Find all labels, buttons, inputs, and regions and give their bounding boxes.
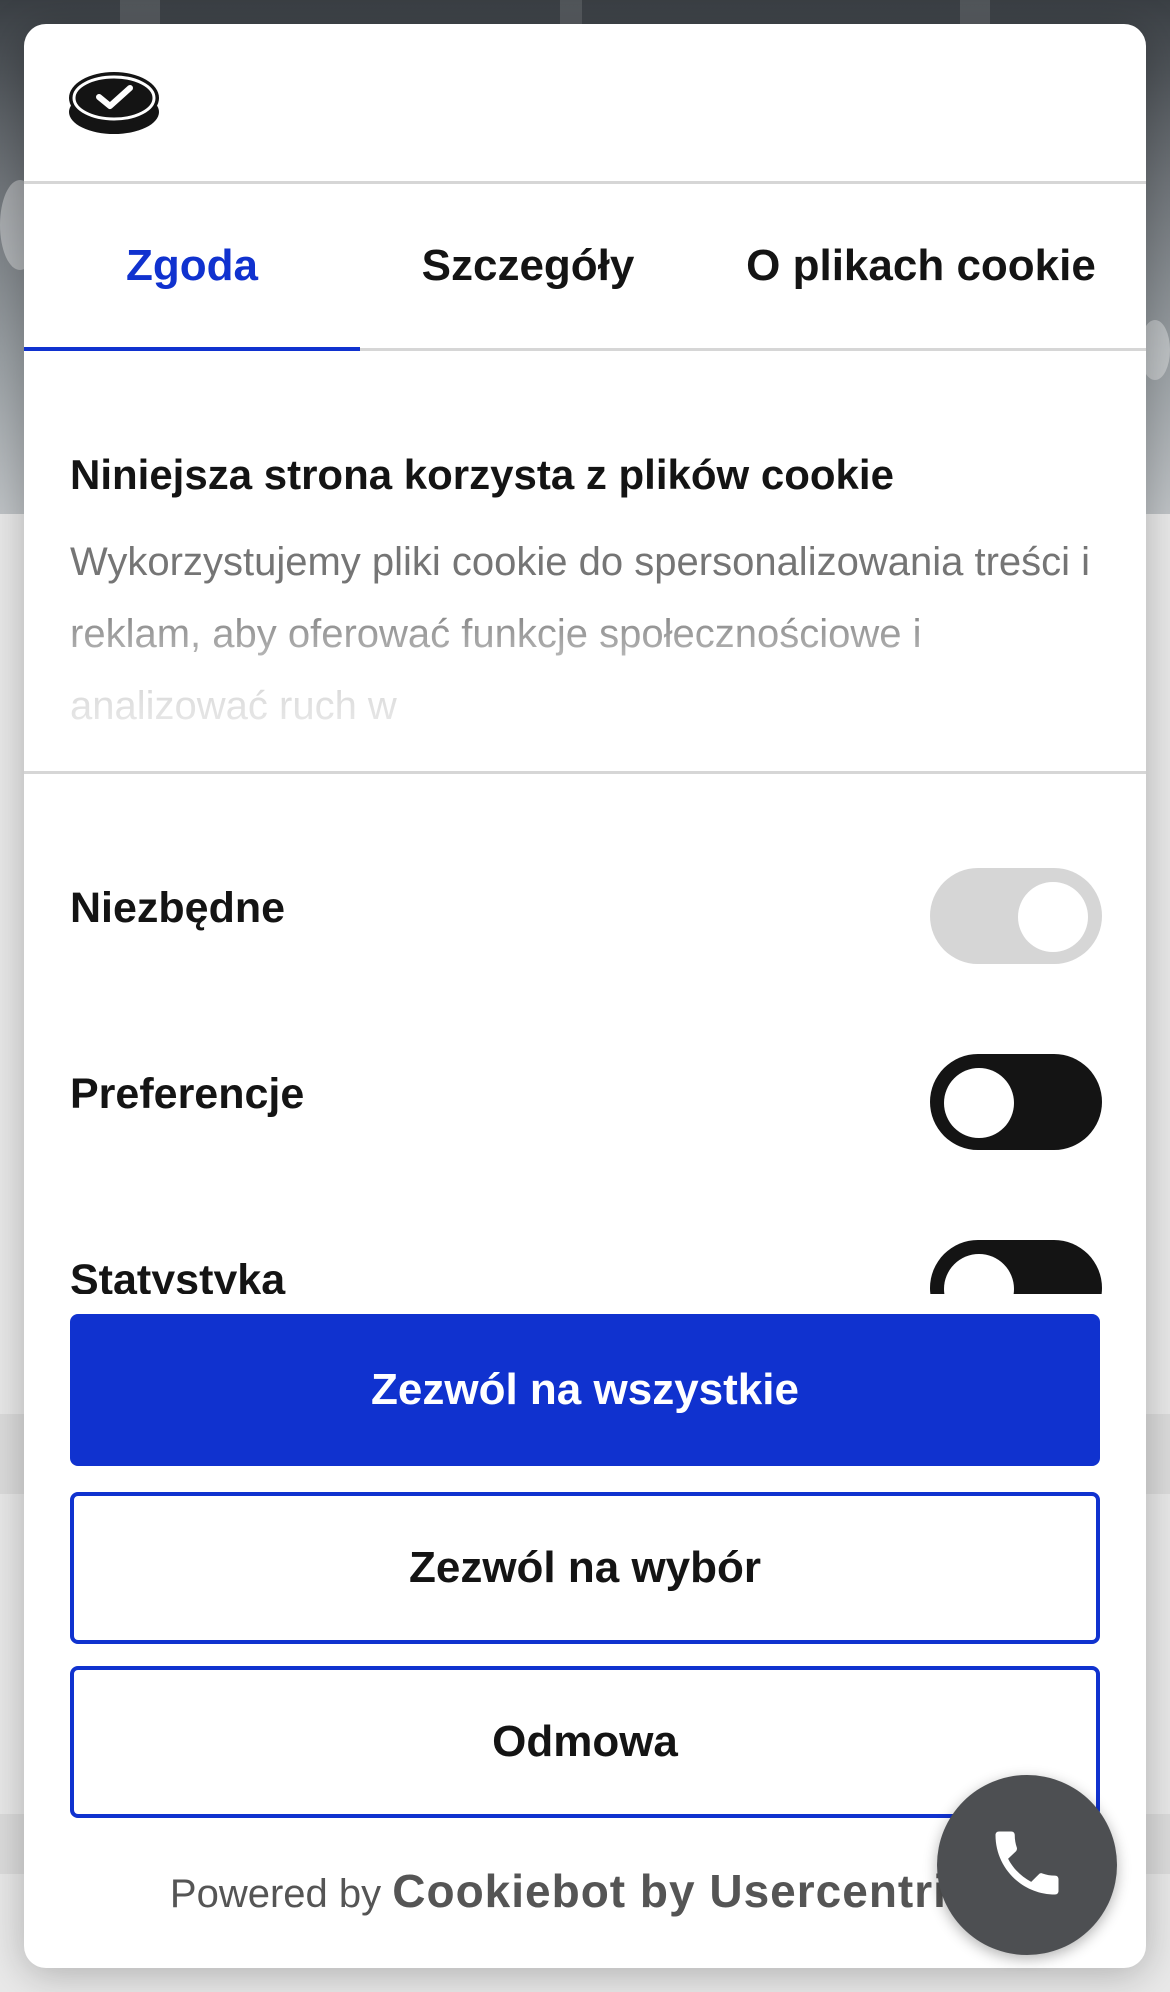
tab-bar: Zgoda Szczegóły O plikach cookie [24,184,1146,351]
toggle-label-necessary: Niezbędne [70,884,286,932]
allow-all-label: Zezwól na wszystkie [371,1365,799,1414]
dialog-header [24,24,1146,184]
allow-selection-button[interactable]: Zezwól na wybór [70,1492,1100,1644]
text-fade-overlay [24,596,1146,771]
powered-by-prefix: Powered by [169,1872,382,1916]
phone-icon [985,1821,1069,1910]
statistics-switch[interactable] [930,1240,1102,1294]
toggle-label-statistics: Statystyka [70,1256,286,1294]
switch-knob [944,1254,1014,1294]
toggle-label-preferences: Preferencje [70,1070,305,1118]
deny-button[interactable]: Odmowa [70,1666,1100,1818]
tab-about-cookies[interactable]: O plikach cookie [696,184,1146,348]
tab-details-label: Szczegóły [421,241,635,290]
toggle-row-necessary: Niezbędne [24,858,1146,964]
necessary-switch [930,868,1102,964]
cookiebot-logo-icon [68,68,160,136]
switch-knob [944,1068,1014,1138]
deny-label: Odmowa [492,1717,678,1766]
switch-knob [1018,882,1088,952]
consent-heading: Niniejsza strona korzysta z plików cooki… [70,451,894,498]
allow-selection-label: Zezwól na wybór [408,1543,762,1592]
preferences-switch[interactable] [930,1054,1102,1150]
toggle-row-statistics: Statystyka [24,1230,1146,1294]
consent-text-section[interactable]: Niniejsza strona korzysta z plików cooki… [24,351,1146,774]
call-button[interactable] [937,1775,1117,1955]
category-toggles[interactable]: Niezbędne Preferencje Statystyka [24,774,1146,1294]
tab-details[interactable]: Szczegóły [360,184,696,348]
tab-consent-label: Zgoda [126,241,258,290]
tab-consent[interactable]: Zgoda [24,184,360,348]
toggle-row-preferences: Preferencje [24,1044,1146,1150]
tab-about-cookies-label: O plikach cookie [746,241,1096,290]
allow-all-button[interactable]: Zezwól na wszystkie [70,1314,1100,1466]
cookie-consent-dialog: Zgoda Szczegóły O plikach cookie Niniejs… [24,24,1146,1968]
powered-by-brand: Cookiebot by Usercentrics [392,1865,1001,1917]
